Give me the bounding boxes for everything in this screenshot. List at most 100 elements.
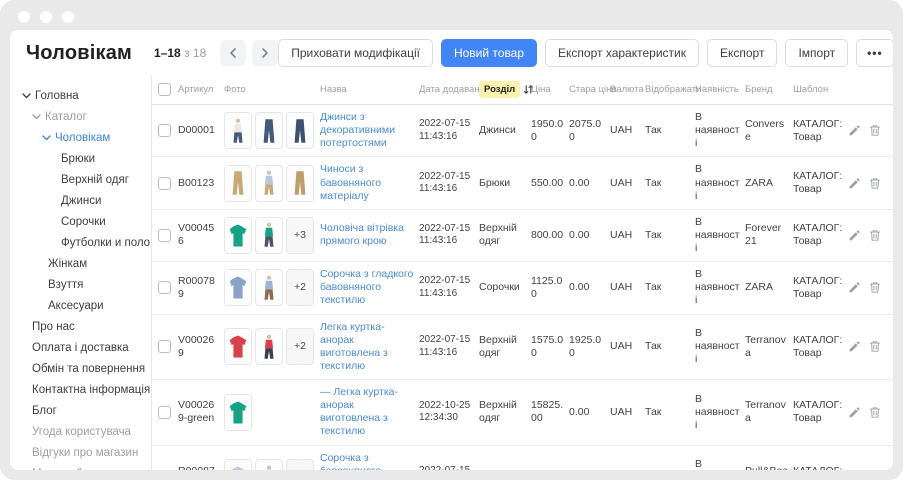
product-photo-thumbnail[interactable] [255, 269, 283, 306]
cell-template: КАТАЛОГ: Товар [793, 393, 851, 431]
export-button[interactable]: Експорт [707, 39, 777, 67]
export-characteristics-button[interactable]: Експорт характеристик [545, 39, 699, 67]
edit-icon[interactable] [848, 281, 861, 294]
cell-date: 2022-07-1511:43:16 [419, 328, 479, 365]
window-controls [18, 11, 74, 23]
row-checkbox[interactable] [158, 340, 171, 353]
table-row: D00001Джинси з декоративними потертостям… [152, 105, 893, 157]
window-maximize-icon[interactable] [62, 11, 74, 23]
product-name-link[interactable]: Легка куртка-анорак виготовлена з тексти… [320, 321, 388, 372]
cell-actions [851, 400, 885, 425]
sidebar-item-label: Головна [35, 90, 79, 102]
new-product-button[interactable]: Новий товар [441, 39, 537, 67]
hide-modifications-button[interactable]: Приховати модифікації [278, 39, 433, 67]
cell-availability: В наявності [695, 262, 745, 313]
sidebar-item-4[interactable]: Брюки [10, 148, 151, 169]
sidebar-item-15[interactable]: Контактна інформація [10, 379, 151, 400]
more-photos-badge[interactable]: +2 [286, 269, 314, 306]
column-label: Шаблон [793, 84, 828, 95]
sidebar-item-18[interactable]: Відгуки про магазин [10, 442, 151, 463]
sidebar-item-11[interactable]: Аксесуари [10, 295, 151, 316]
select-all-checkbox[interactable] [158, 83, 171, 96]
row-checkbox[interactable] [158, 229, 171, 242]
product-photo-thumbnail[interactable] [224, 459, 252, 470]
cell-name: Легка куртка-анорак виготовлена з тексти… [320, 315, 419, 380]
product-name-link[interactable]: Сорочка з гладкого бавовняного текстилю [320, 268, 413, 306]
product-photo-thumbnail[interactable] [224, 328, 252, 365]
product-photo-thumbnail[interactable] [255, 165, 283, 202]
product-name-link[interactable]: Чиноси з бавовняного матеріалу [320, 163, 381, 201]
more-actions-button[interactable]: ••• [856, 39, 893, 67]
cell-brand: Converse [745, 112, 793, 150]
more-photos-badge[interactable]: +2 [286, 459, 314, 470]
column-label: Назва [320, 84, 347, 95]
delete-icon[interactable] [869, 281, 881, 294]
more-photos-badge[interactable]: +2 [286, 328, 314, 365]
product-photo-thumbnail[interactable] [224, 394, 252, 431]
cell-template: КАТАЛОГ: Товар [793, 216, 851, 254]
sidebar-item-9[interactable]: Жінкам [10, 253, 151, 274]
product-name-link[interactable]: Сорочка з бавовняного матеріалу притален… [320, 452, 408, 471]
header-cell-section[interactable]: Розділ [479, 81, 531, 98]
delete-icon[interactable] [869, 340, 881, 353]
more-photos-badge[interactable]: +3 [286, 217, 314, 254]
table-header-row: АртикулФотоНазваДата додаванняРозділЦіна… [152, 75, 893, 105]
window-minimize-icon[interactable] [40, 11, 52, 23]
edit-icon[interactable] [848, 406, 861, 419]
window-close-icon[interactable] [18, 11, 30, 23]
cell-display: Так [645, 465, 695, 470]
sidebar-item-19[interactable]: Мапа сайту [10, 463, 151, 470]
row-checkbox[interactable] [158, 177, 171, 190]
sidebar-item-8[interactable]: Футболки и поло [10, 232, 151, 253]
product-photo-thumbnail[interactable] [255, 112, 283, 149]
sidebar-item-16[interactable]: Блог [10, 400, 151, 421]
cell-availability: В наявності [695, 210, 745, 261]
product-photo-thumbnail[interactable] [224, 217, 252, 254]
chevron-down-icon [32, 114, 42, 120]
product-photo-thumbnail[interactable] [224, 269, 252, 306]
sidebar-item-3[interactable]: Чоловікам [10, 127, 151, 148]
edit-icon[interactable] [848, 124, 861, 137]
product-name-link[interactable]: — Легка куртка-анорак виготовлена з текс… [320, 386, 398, 437]
sidebar-item-17[interactable]: Угода користувача [10, 421, 151, 442]
row-checkbox[interactable] [158, 124, 171, 137]
product-photo-thumbnail[interactable] [286, 112, 314, 149]
sidebar-item-10[interactable]: Взуття [10, 274, 151, 295]
edit-icon[interactable] [848, 340, 861, 353]
sidebar-item-6[interactable]: Джинси [10, 190, 151, 211]
row-checkbox[interactable] [158, 406, 171, 419]
edit-icon[interactable] [848, 177, 861, 190]
edit-icon[interactable] [848, 229, 861, 242]
cell-date: 2022-10-2512:34:30 [419, 394, 479, 431]
product-photo-thumbnail[interactable] [224, 165, 252, 202]
delete-icon[interactable] [869, 177, 881, 190]
product-photo-thumbnail[interactable] [224, 112, 252, 149]
sidebar-item-5[interactable]: Верхній одяг [10, 169, 151, 190]
cell-currency: UAH [610, 223, 645, 248]
delete-icon[interactable] [869, 124, 881, 137]
product-photo-thumbnail[interactable] [255, 459, 283, 470]
sidebar-item-label: Мапа сайту [32, 468, 94, 471]
cell-brand: ZARA [745, 275, 793, 300]
prev-page-button[interactable] [220, 40, 246, 66]
import-button[interactable]: Імпорт [785, 39, 848, 67]
sidebar-item-12[interactable]: Про нас [10, 316, 151, 337]
product-photo-thumbnail[interactable] [255, 328, 283, 365]
sidebar-item-14[interactable]: Обмін та повернення [10, 358, 151, 379]
cell-section: Верхній одяг [479, 393, 531, 431]
sidebar-item-1[interactable]: Головна [10, 85, 151, 106]
sidebar-item-2[interactable]: Каталог [10, 106, 151, 127]
product-photo-thumbnail[interactable] [286, 165, 314, 202]
sidebar-item-13[interactable]: Оплата і доставка [10, 337, 151, 358]
chevron-down-icon [22, 93, 32, 99]
sidebar-item-label: Блог [32, 405, 57, 417]
product-photo-thumbnail[interactable] [255, 217, 283, 254]
product-name-link[interactable]: Чоловіча вітрівка прямого крою [320, 222, 404, 247]
delete-icon[interactable] [869, 406, 881, 419]
delete-icon[interactable] [869, 229, 881, 242]
next-page-button[interactable] [252, 40, 278, 66]
row-checkbox[interactable] [158, 281, 171, 294]
sidebar-item-7[interactable]: Сорочки [10, 211, 151, 232]
cell-availability: В наявності [695, 105, 745, 156]
product-name-link[interactable]: Джинси з декоративними потертостями [320, 111, 395, 149]
